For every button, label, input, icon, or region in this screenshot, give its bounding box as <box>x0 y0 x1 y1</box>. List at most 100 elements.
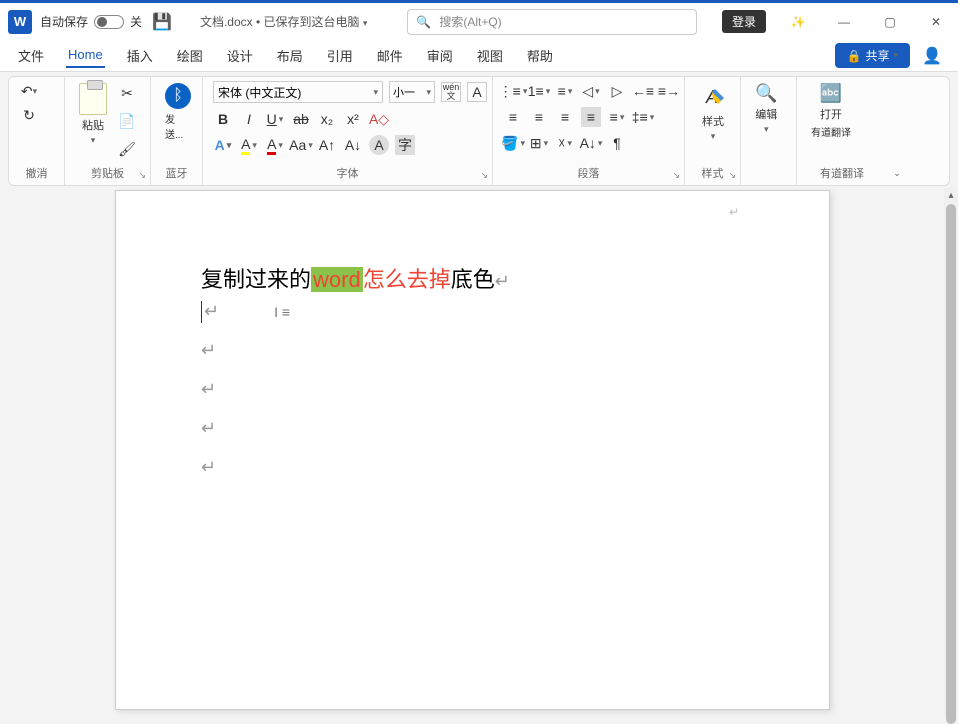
copy-icon[interactable]: 📄 <box>117 111 137 131</box>
undo-button[interactable]: ↶▾ <box>19 81 39 101</box>
font-size-select[interactable]: 小一▾ <box>389 81 435 103</box>
font-name-select[interactable]: 宋体 (中文正文)▾ <box>213 81 383 103</box>
sparkle-icon[interactable]: ✨ <box>784 8 812 36</box>
line-spacing-button[interactable]: ‡≡ <box>633 107 653 127</box>
italic-button[interactable]: I <box>239 109 259 129</box>
youdao-translate-button[interactable]: 🔤 打开 有道翻译 <box>807 81 855 141</box>
minimize-button[interactable]: — <box>830 8 858 36</box>
subscript-button[interactable]: x₂ <box>317 109 337 129</box>
change-case-button[interactable]: Aa <box>291 135 311 155</box>
bold-button[interactable]: B <box>213 109 233 129</box>
enclose-characters-button[interactable]: A <box>369 135 389 155</box>
bluetooth-send-button[interactable]: ᛒ 发送... <box>161 81 195 143</box>
para-mark-icon: ↵ <box>201 453 749 482</box>
translate-icon: 🔤 <box>820 83 842 104</box>
toggle-switch-icon[interactable] <box>94 15 124 29</box>
bluetooth-group-label: 蓝牙 <box>161 165 192 183</box>
paste-icon <box>79 83 107 115</box>
para-mark-icon: ↵ <box>495 271 510 291</box>
align-right-button[interactable]: ≡ <box>555 107 575 127</box>
distributed-button[interactable]: ≡ <box>607 107 627 127</box>
sort-button[interactable]: A↓ <box>581 133 601 153</box>
launcher-icon[interactable]: ↘ <box>138 170 146 181</box>
character-border-button[interactable]: A <box>467 82 487 102</box>
scroll-thumb[interactable] <box>946 204 956 724</box>
highlighted-text: word <box>311 267 363 292</box>
launcher-icon[interactable]: ↘ <box>728 170 736 181</box>
document-title[interactable]: 文档.docx • 已保存到这台电脑 ▾ <box>200 13 367 30</box>
phonetic-guide-button[interactable]: wén文 <box>441 82 461 102</box>
search-icon: 🔍 <box>416 15 431 29</box>
autosave-toggle[interactable]: 自动保存 关 <box>40 13 142 30</box>
undo-group-label: 撤消 <box>19 165 54 183</box>
bullets-button[interactable]: ⋮≡ <box>503 81 523 101</box>
tab-view[interactable]: 视图 <box>475 42 505 69</box>
search-input[interactable]: 🔍 搜索(Alt+Q) <box>407 9 697 35</box>
maximize-button[interactable]: ▢ <box>876 8 904 36</box>
multilevel-list-button[interactable]: ≡ <box>555 81 575 101</box>
format-painter-icon[interactable]: 🖌 <box>117 139 137 159</box>
tab-draw[interactable]: 绘图 <box>175 42 205 69</box>
text-line[interactable]: 复制过来的word怎么去掉底色↵ <box>201 262 749 297</box>
title-bar: W 自动保存 关 💾 文档.docx • 已保存到这台电脑 ▾ 🔍 搜索(Alt… <box>0 0 958 40</box>
underline-button[interactable]: U <box>265 109 285 129</box>
text-effects-button[interactable]: A <box>213 135 233 155</box>
borders-button[interactable]: ⊞ <box>529 133 549 153</box>
tab-layout[interactable]: 布局 <box>275 42 305 69</box>
justify-button[interactable]: ≡ <box>581 107 601 127</box>
tab-review[interactable]: 审阅 <box>425 42 455 69</box>
tab-design[interactable]: 设计 <box>225 42 255 69</box>
highlight-button[interactable]: A <box>239 135 259 155</box>
show-marks-button[interactable]: ¶ <box>607 133 627 153</box>
vertical-scrollbar[interactable]: ▴ <box>944 188 958 715</box>
superscript-button[interactable]: x² <box>343 109 363 129</box>
cut-icon[interactable]: ✂ <box>117 83 137 103</box>
ribbon-collapse-button[interactable]: ⌄ <box>893 168 901 179</box>
translate-group-label: 有道翻译 <box>807 165 877 183</box>
find-icon: 🔍 <box>755 83 777 104</box>
document-content[interactable]: ↵ 复制过来的word怎么去掉底色↵ ↵ I ≡ ↵ ↵ ↵ ↵ <box>116 191 829 481</box>
strikethrough-button[interactable]: ab <box>291 109 311 129</box>
clear-formatting-button[interactable]: A◇ <box>369 109 389 129</box>
text-cursor-icon <box>201 301 202 323</box>
paste-button[interactable]: 粘贴▾ <box>75 81 111 148</box>
share-button[interactable]: 🔒 共享 ▾ <box>835 43 911 68</box>
increase-indent-button[interactable]: ▷ <box>607 81 627 101</box>
shading-button[interactable]: 🪣 <box>503 133 523 153</box>
tab-references[interactable]: 引用 <box>325 42 355 69</box>
align-center-button[interactable]: ≡ <box>529 107 549 127</box>
tab-help[interactable]: 帮助 <box>525 42 555 69</box>
numbering-button[interactable]: 1≡ <box>529 81 549 101</box>
document-page[interactable]: ↵ 复制过来的word怎么去掉底色↵ ↵ I ≡ ↵ ↵ ↵ ↵ <box>115 190 830 710</box>
grow-font-button[interactable]: A↑ <box>317 135 337 155</box>
bluetooth-icon: ᛒ <box>165 83 191 109</box>
font-color-button[interactable]: A <box>265 135 285 155</box>
ribbon: ↶▾ ↻ 撤消 粘贴▾ ✂ 📄 🖌 剪贴板↘ ᛒ 发送... 蓝牙 <box>8 76 950 186</box>
close-button[interactable]: ✕ <box>922 8 950 36</box>
tab-mailings[interactable]: 邮件 <box>375 42 405 69</box>
scroll-up-icon[interactable]: ▴ <box>944 188 958 202</box>
para-mark-icon: ↵ <box>201 203 739 222</box>
tab-insert[interactable]: 插入 <box>125 42 155 69</box>
launcher-icon[interactable]: ↘ <box>672 170 680 181</box>
align-left-button[interactable]: ≡ <box>503 107 523 127</box>
tab-home[interactable]: Home <box>66 43 105 68</box>
character-shading-button[interactable]: 字 <box>395 135 415 155</box>
indent-left-button[interactable]: ←≡ <box>633 81 653 101</box>
shrink-font-button[interactable]: A↓ <box>343 135 363 155</box>
comments-icon[interactable]: 👤 <box>922 46 942 66</box>
text-cursor-position[interactable]: ↵ I ≡ <box>201 297 749 326</box>
launcher-icon[interactable]: ↘ <box>480 170 488 181</box>
redo-button[interactable]: ↻ <box>19 105 39 125</box>
para-mark-icon: ↵ <box>201 336 749 365</box>
tab-file[interactable]: 文件 <box>16 42 46 69</box>
editing-button[interactable]: 🔍 编辑▾ <box>751 81 781 137</box>
asian-layout-button[interactable]: ☓ <box>555 133 575 153</box>
styles-button[interactable]: A 样式▾ <box>695 81 731 144</box>
decrease-indent-button[interactable]: ◁ <box>581 81 601 101</box>
indent-right-button[interactable]: ≡→ <box>659 81 679 101</box>
search-placeholder: 搜索(Alt+Q) <box>439 13 501 30</box>
save-icon[interactable]: 💾 <box>152 12 172 32</box>
autosave-label: 自动保存 <box>40 13 88 30</box>
login-button[interactable]: 登录 <box>722 10 766 33</box>
